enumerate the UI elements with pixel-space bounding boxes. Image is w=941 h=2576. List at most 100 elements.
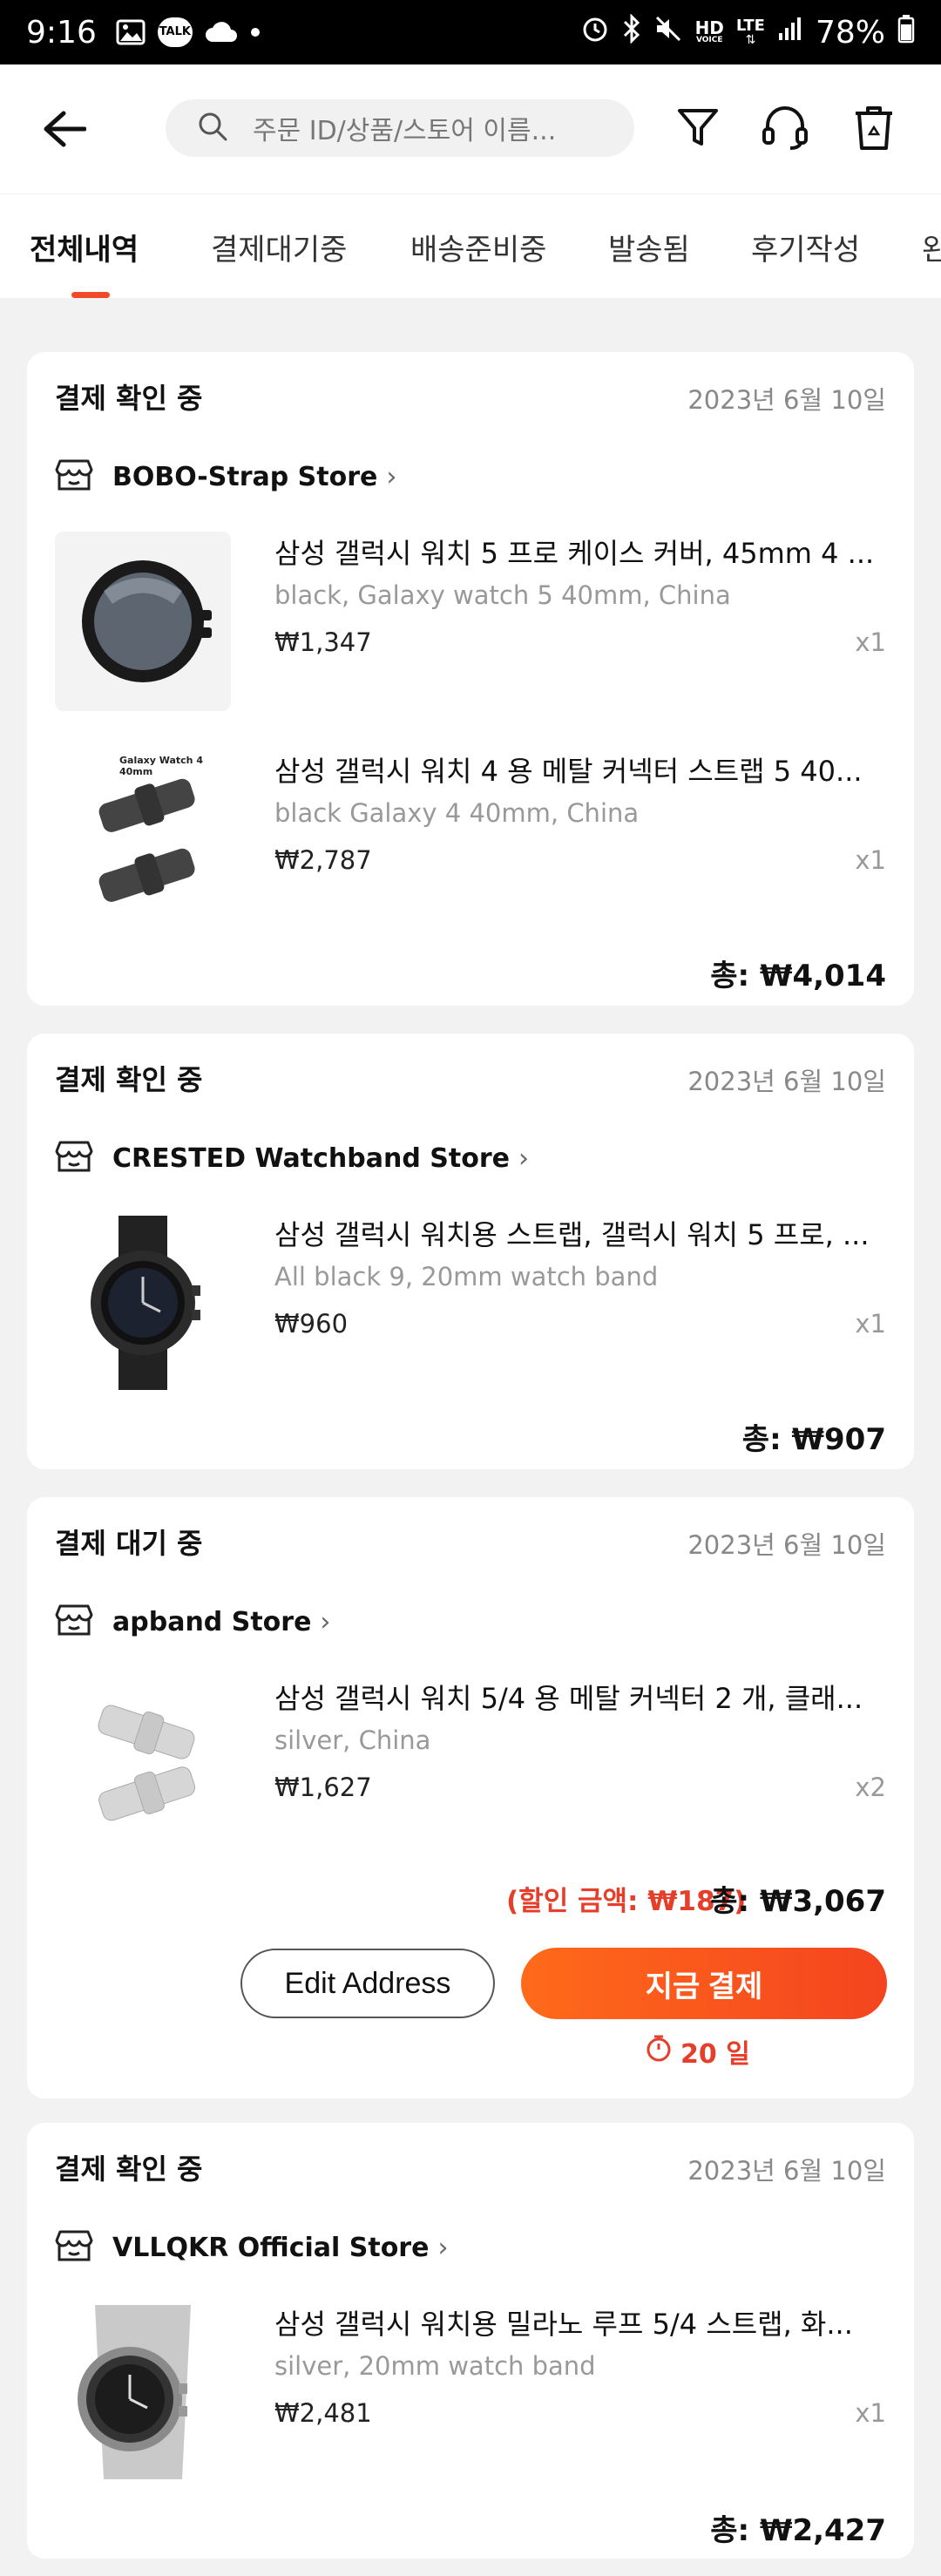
product-spec: silver, 20mm watch band <box>274 2351 596 2381</box>
product-spec: black, Galaxy watch 5 40mm, China <box>274 580 731 610</box>
dot-icon <box>250 27 261 37</box>
order-item[interactable]: Galaxy Watch 4 40mm 삼성 갤럭시 워치 4 용 메탈 커넥터… <box>55 749 886 929</box>
search-placeholder: 주문 ID/상품/스토어 이름... <box>253 116 557 146</box>
product-price: ₩1,627 <box>274 1773 372 1802</box>
store-icon <box>55 458 93 496</box>
order-status: 결제 확인 중 <box>55 1063 203 1096</box>
alarm-icon <box>580 14 610 51</box>
signal-icon <box>777 16 803 49</box>
order-date: 2023년 6월 10일 <box>687 2156 886 2186</box>
mute-icon <box>653 14 683 51</box>
product-image <box>55 532 231 711</box>
store-name: BOBO-Strap Store <box>112 461 378 492</box>
product-spec: black Galaxy 4 40mm, China <box>274 798 640 828</box>
order-card: 결제 확인 중 2023년 6월 10일 BOBO-Strap Store › … <box>27 352 914 1006</box>
filter-icon[interactable] <box>671 101 725 155</box>
product-title: 삼성 갤럭시 워치용 스트랩, 갤럭시 워치 5 프로, ... <box>274 1218 870 1251</box>
order-card: 결제 확인 중 2023년 6월 10일 VLLQKR Official Sto… <box>27 2123 914 2559</box>
active-tab-indicator <box>71 292 110 298</box>
tab-completed[interactable]: 완 <box>922 226 941 268</box>
chevron-right-icon: › <box>320 1606 331 1637</box>
product-image <box>55 1677 231 1856</box>
product-spec: All black 9, 20mm watch band <box>274 1262 659 1291</box>
tab-review[interactable]: 후기작성 <box>751 226 860 268</box>
edit-address-button[interactable]: Edit Address <box>240 1949 495 2018</box>
order-date: 2023년 6월 10일 <box>687 1530 886 1560</box>
order-total: 총: ₩3,067 <box>710 1884 886 1919</box>
order-total: 총: ₩4,014 <box>710 959 886 993</box>
order-item[interactable]: 삼성 갤럭시 워치용 스트랩, 갤럭시 워치 5 프로, ... All bla… <box>55 1213 886 1393</box>
order-status: 결제 대기 중 <box>55 1527 203 1560</box>
tab-shipped[interactable]: 발송됨 <box>608 226 690 268</box>
status-bar: 9:16 TALK HD VOICE LTE ⇅ 78% <box>0 0 941 64</box>
chevron-right-icon: › <box>518 1142 529 1174</box>
order-tabs: 전체내역 결제대기중 배송준비중 발송됨 후기작성 완 <box>0 193 941 298</box>
store-icon <box>55 1139 93 1177</box>
product-title: 삼성 갤럭시 워치 4 용 메탈 커넥터 스트랩 5 40... <box>274 755 863 788</box>
voice-label: VOICE <box>695 36 723 44</box>
timer-icon <box>646 2034 672 2069</box>
search-icon <box>197 111 228 146</box>
gallery-icon <box>116 19 146 45</box>
lte-label: LTE <box>735 17 765 35</box>
hd-voice-icon: HD VOICE <box>694 17 724 44</box>
search-input[interactable]: 주문 ID/상품/스토어 이름... <box>166 99 634 157</box>
order-item[interactable]: 삼성 갤럭시 워치 5 프로 케이스 커버, 45mm 4 ... black,… <box>55 532 886 711</box>
tab-all[interactable]: 전체내역 <box>30 226 139 268</box>
order-status: 결제 확인 중 <box>55 2152 203 2186</box>
order-card: 결제 확인 중 2023년 6월 10일 CRESTED Watchband S… <box>27 1034 914 1469</box>
product-image-caption: Galaxy Watch 4 40mm <box>119 755 203 777</box>
product-qty: x1 <box>855 1309 886 1339</box>
delete-icon[interactable] <box>847 101 901 155</box>
store-link[interactable]: VLLQKR Official Store › <box>55 2226 448 2269</box>
order-item[interactable]: 삼성 갤럭시 워치 5/4 용 메탈 커넥터 2 개, 클래... silver… <box>55 1677 886 1856</box>
store-icon <box>55 2228 93 2267</box>
product-qty: x2 <box>855 1773 886 1802</box>
hd-label: HD <box>694 17 724 38</box>
order-date: 2023년 6월 10일 <box>687 385 886 415</box>
bluetooth-icon <box>622 13 641 51</box>
tab-preparing-shipment[interactable]: 배송준비중 <box>410 226 546 268</box>
store-link[interactable]: BOBO-Strap Store › <box>55 455 396 498</box>
status-time: 9:16 <box>26 14 97 51</box>
store-name: apband Store <box>112 1606 312 1637</box>
lte-icon: LTE ⇅ <box>735 17 765 47</box>
talk-label: TALK <box>159 25 191 38</box>
chevron-right-icon: › <box>437 2232 449 2263</box>
product-qty: x1 <box>855 845 886 875</box>
cloud-icon <box>205 21 238 44</box>
product-price: ₩960 <box>274 1309 349 1339</box>
battery-icon <box>897 14 915 51</box>
product-image: Galaxy Watch 4 40mm <box>55 749 231 929</box>
store-link[interactable]: CRESTED Watchband Store › <box>55 1136 529 1180</box>
tab-awaiting-payment[interactable]: 결제대기중 <box>211 226 347 268</box>
order-status: 결제 확인 중 <box>55 382 203 415</box>
customer-service-icon[interactable] <box>758 101 812 155</box>
top-bar: 주문 ID/상품/스토어 이름... <box>0 64 941 193</box>
payment-countdown: 20 일 <box>646 2032 750 2071</box>
battery-percent: 78% <box>815 14 885 51</box>
product-price: ₩1,347 <box>274 627 372 657</box>
product-price: ₩2,481 <box>274 2398 372 2428</box>
store-name: VLLQKR Official Store <box>112 2232 430 2263</box>
product-image <box>55 1213 231 1393</box>
product-price: ₩2,787 <box>274 845 372 875</box>
product-qty: x1 <box>855 627 886 657</box>
chevron-right-icon: › <box>386 461 397 492</box>
order-date: 2023년 6월 10일 <box>687 1067 886 1096</box>
product-title: 삼성 갤럭시 워치용 밀라노 루프 5/4 스트랩, 화... <box>274 2308 853 2341</box>
countdown-text: 20 일 <box>680 2039 750 2070</box>
store-name: CRESTED Watchband Store <box>112 1142 510 1174</box>
product-image <box>55 2302 231 2482</box>
order-item[interactable]: 삼성 갤럭시 워치용 밀라노 루프 5/4 스트랩, 화... silver, … <box>55 2302 886 2482</box>
product-title: 삼성 갤럭시 워치 5/4 용 메탈 커넥터 2 개, 클래... <box>274 1682 863 1715</box>
product-spec: silver, China <box>274 1725 431 1755</box>
talk-icon: TALK <box>157 17 193 47</box>
pay-now-button[interactable]: 지금 결제 <box>521 1948 887 2019</box>
product-title: 삼성 갤럭시 워치 5 프로 케이스 커버, 45mm 4 ... <box>274 537 875 570</box>
back-arrow-icon[interactable] <box>38 103 91 155</box>
store-icon <box>55 1603 93 1641</box>
order-card: 결제 대기 중 2023년 6월 10일 apband Store › 삼성 갤… <box>27 1497 914 2098</box>
store-link[interactable]: apband Store › <box>55 1600 330 1644</box>
product-qty: x1 <box>855 2398 886 2428</box>
